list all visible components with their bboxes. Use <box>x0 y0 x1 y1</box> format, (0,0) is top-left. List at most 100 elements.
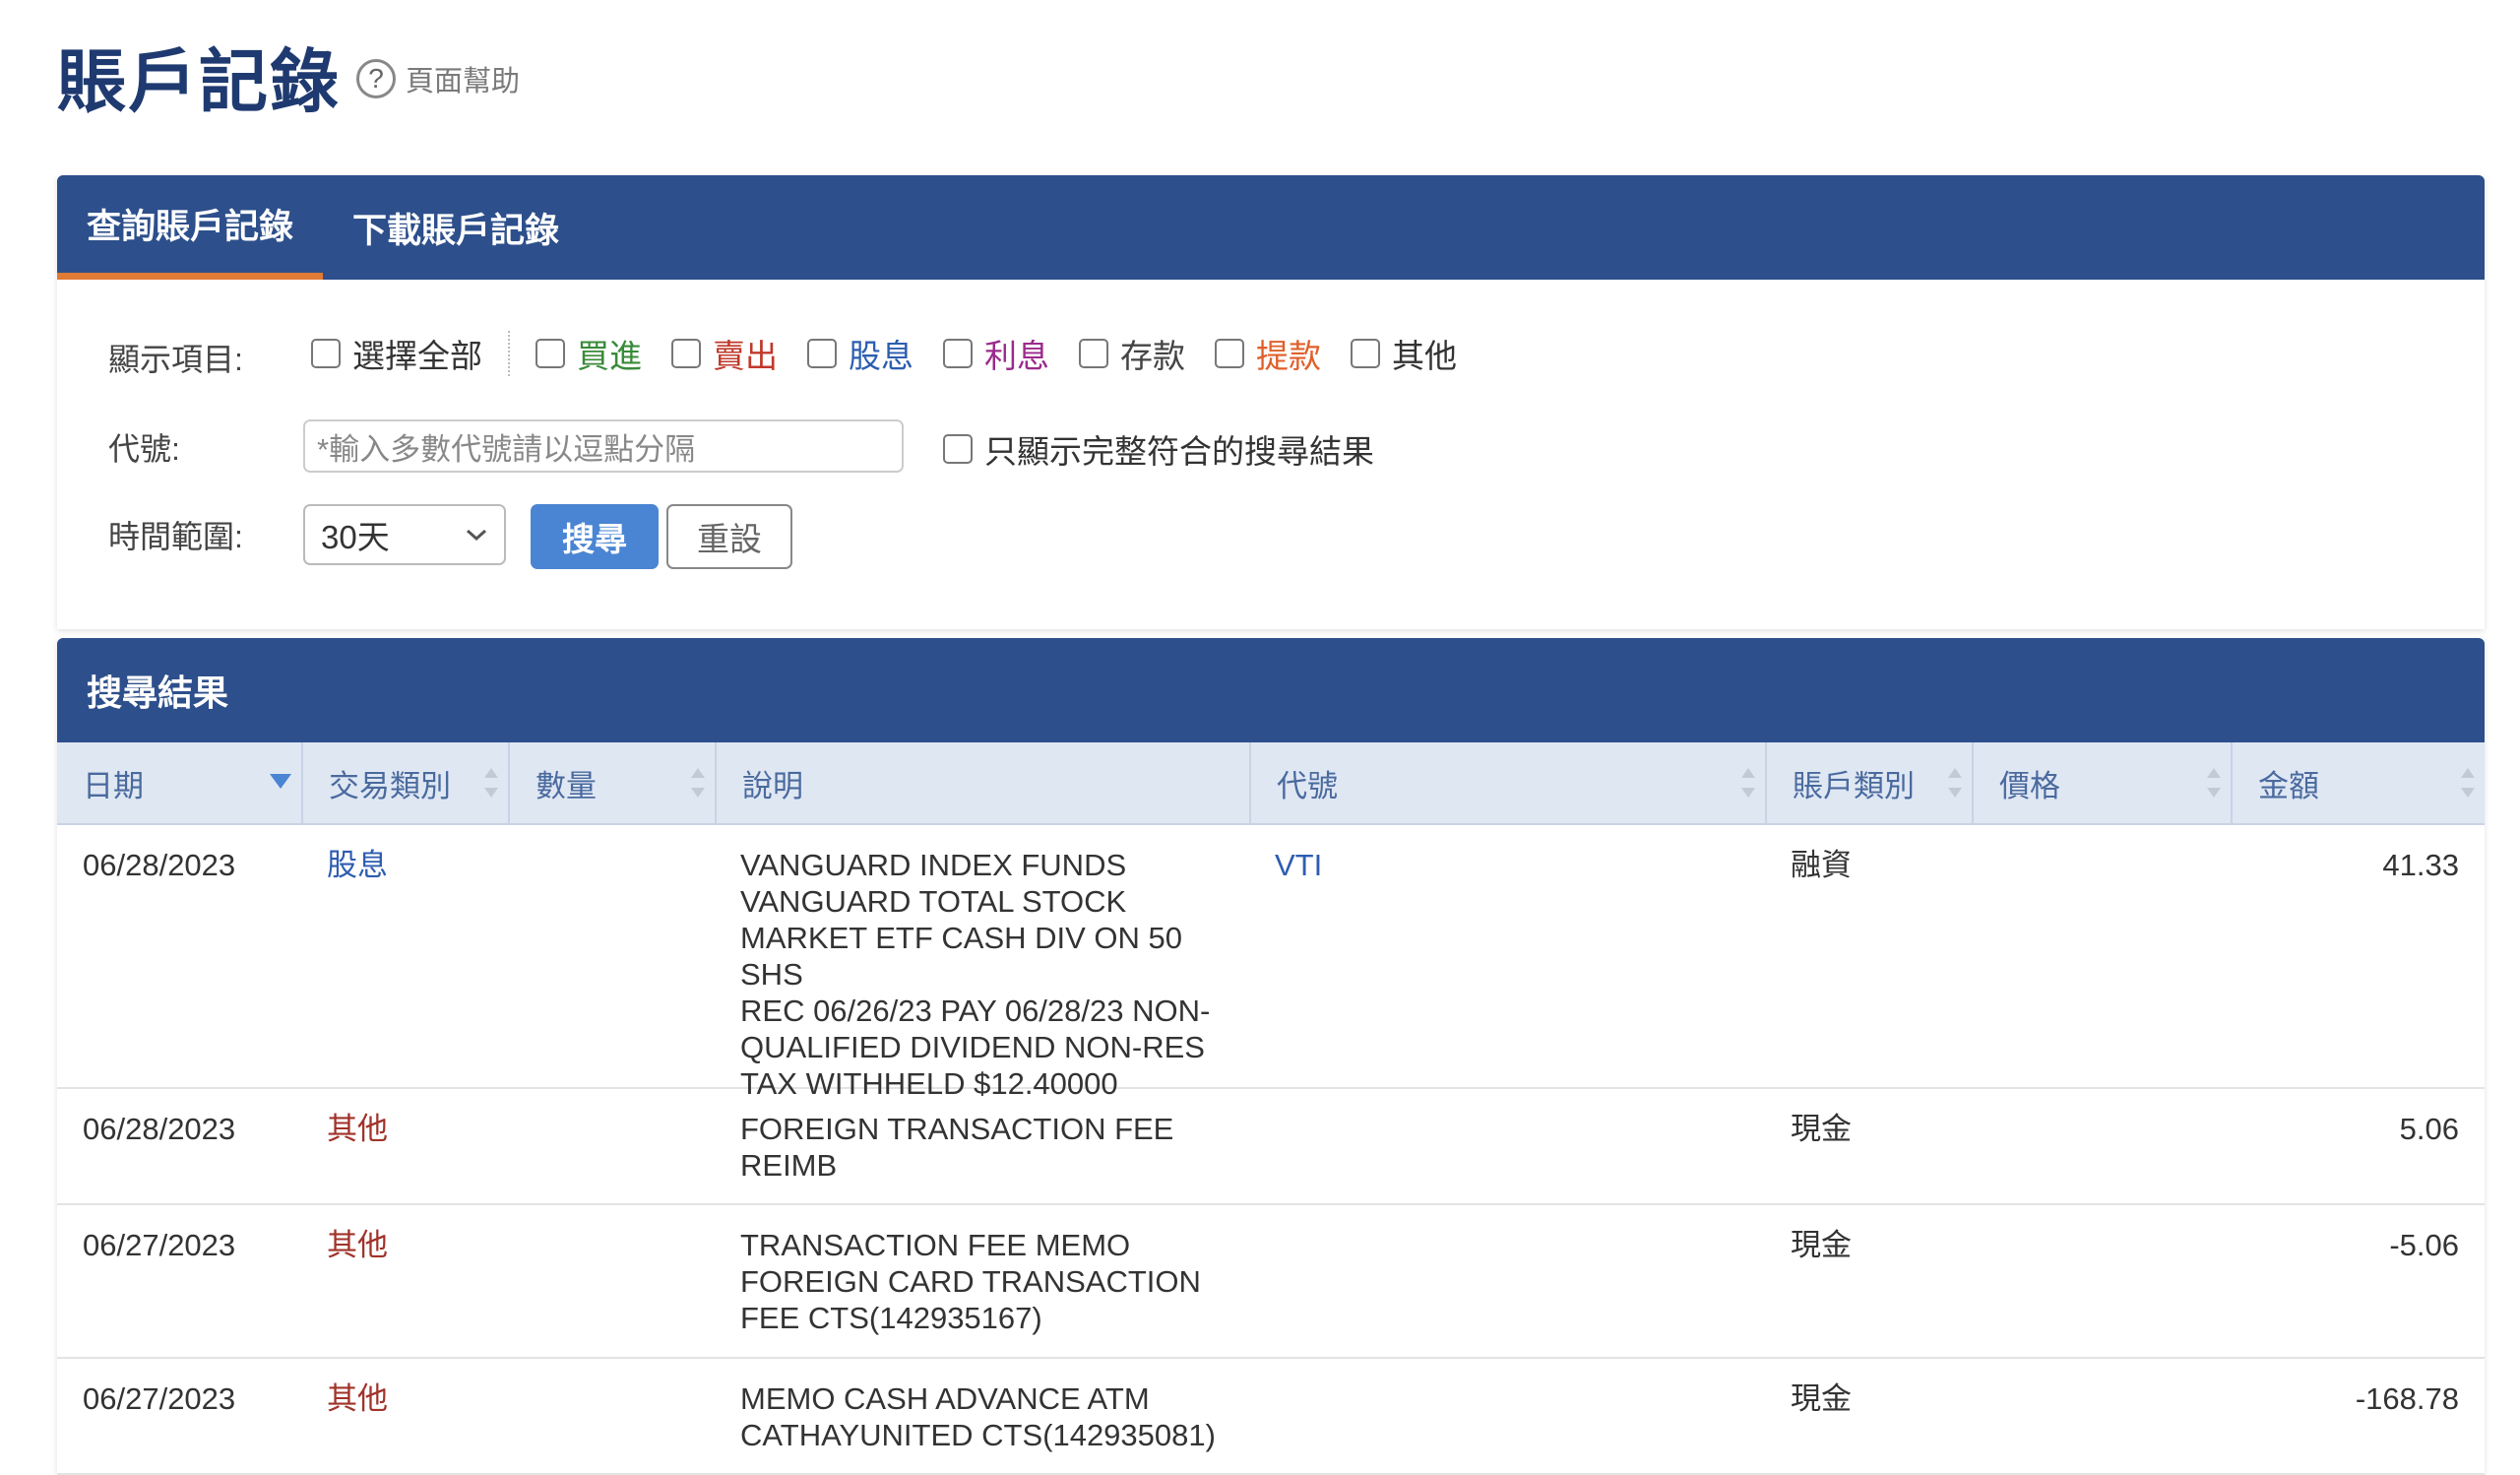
checkbox-interest[interactable]: 利息 <box>943 330 1049 377</box>
code-input[interactable]: *輸入多數代號請以逗點分隔 <box>303 419 904 473</box>
checkbox-box[interactable] <box>943 339 973 368</box>
description-line: MARKET ETF CASH DIV ON 50 SHS <box>740 921 1183 992</box>
sort-icon[interactable] <box>484 766 498 800</box>
checkbox-withdrawal[interactable]: 提款 <box>1215 330 1321 377</box>
cell-date: 06/27/2023 <box>83 1381 236 1416</box>
checkbox-dividend[interactable]: 股息 <box>807 330 914 377</box>
checkbox-select-all[interactable]: 選擇全部 <box>311 330 482 377</box>
page-title: 賬戶記錄 <box>57 42 341 120</box>
help-icon[interactable]: ? <box>356 59 396 98</box>
table-row: 06/28/2023 其他 FOREIGN TRANSACTION FEE RE… <box>57 1089 2485 1205</box>
checkbox-box[interactable] <box>1215 339 1244 368</box>
cell-symbol-link[interactable]: VTI <box>1275 847 1322 883</box>
table-row: 06/28/2023 股息 VANGUARD INDEX FUNDS VANGU… <box>57 825 2485 1101</box>
checkbox-label[interactable]: 賣出 <box>713 330 778 377</box>
cell-type: 其他 <box>327 1112 388 1146</box>
column-header-amount[interactable]: 金額 <box>2233 742 2485 823</box>
checkbox-exact-match[interactable]: 只顯示完整符合的搜尋結果 <box>943 425 1374 473</box>
filter-form: 顯示項目: 選擇全部 買進 賣出 股息 利息 存款 提款 其他 代號: *輸入多… <box>57 280 2485 629</box>
cell-amount: 5.06 <box>2399 1112 2459 1146</box>
results-panel: 搜尋結果 日期 交易類別 數量 說明 代號 賬戶類別 價格 金額 06/28/2… <box>57 638 2485 1475</box>
description-line: TRANSACTION FEE MEMO <box>740 1228 1131 1262</box>
description-line: FOREIGN CARD TRANSACTION <box>740 1264 1201 1299</box>
checkbox-sell[interactable]: 賣出 <box>671 330 778 377</box>
time-range-label: 時間範圍: <box>108 519 243 554</box>
cell-description: FOREIGN TRANSACTION FEE REIMB <box>740 1111 1252 1184</box>
sort-icon[interactable] <box>1741 766 1755 800</box>
sort-icon[interactable] <box>2461 766 2475 800</box>
checkbox-other[interactable]: 其他 <box>1351 330 1457 377</box>
table-row: 06/27/2023 其他 TRANSACTION FEE MEMO FOREI… <box>57 1205 2485 1359</box>
column-header-quantity[interactable]: 數量 <box>510 742 717 823</box>
column-header-account-type[interactable]: 賬戶類別 <box>1767 742 1974 823</box>
column-header-date[interactable]: 日期 <box>57 742 303 823</box>
column-header-description: 說明 <box>717 742 1251 823</box>
description-line: REIMB <box>740 1148 838 1183</box>
column-header-label[interactable]: 金額 <box>2258 761 2319 805</box>
sort-icon[interactable] <box>2207 766 2221 800</box>
column-header-type[interactable]: 交易類別 <box>303 742 510 823</box>
checkbox-box[interactable] <box>1079 339 1108 368</box>
checkbox-label[interactable]: 利息 <box>984 330 1049 377</box>
reset-button[interactable]: 重設 <box>666 504 792 569</box>
help-link[interactable]: ? 頁面幫助 <box>356 58 520 99</box>
cell-account-type: 現金 <box>1791 1228 1852 1262</box>
cell-account-type: 現金 <box>1791 1381 1852 1416</box>
time-range-value[interactable]: 30天 <box>321 511 390 558</box>
tab-download-records[interactable]: 下載賬戶記錄 <box>323 175 589 280</box>
display-items-checkboxes: 選擇全部 買進 賣出 股息 利息 存款 提款 其他 <box>311 331 1486 376</box>
query-panel: 查詢賬戶記錄 下載賬戶記錄 顯示項目: 選擇全部 買進 賣出 股息 利息 存款 … <box>57 175 2485 629</box>
description-line: FEE CTS(142935167) <box>740 1301 1042 1335</box>
cell-type: 其他 <box>327 1228 388 1262</box>
checkbox-label[interactable]: 提款 <box>1256 330 1321 377</box>
column-header-label[interactable]: 數量 <box>536 761 597 805</box>
page-header: 賬戶記錄 ? 頁面幫助 <box>57 32 520 120</box>
checkbox-label[interactable]: 存款 <box>1120 330 1185 377</box>
tab-query-records[interactable]: 查詢賬戶記錄 <box>57 175 324 280</box>
checkbox-label[interactable]: 買進 <box>577 330 642 377</box>
cell-type: 股息 <box>327 848 388 882</box>
column-header-label[interactable]: 交易類別 <box>329 761 451 805</box>
column-header-label[interactable]: 日期 <box>83 761 144 805</box>
cell-description: TRANSACTION FEE MEMO FOREIGN CARD TRANSA… <box>740 1227 1252 1336</box>
checkbox-box[interactable] <box>943 434 973 464</box>
help-label[interactable]: 頁面幫助 <box>406 58 520 99</box>
checkbox-box[interactable] <box>1351 339 1380 368</box>
cell-date: 06/27/2023 <box>83 1228 236 1262</box>
results-title: 搜尋結果 <box>87 673 229 713</box>
column-header-symbol[interactable]: 代號 <box>1251 742 1767 823</box>
checkbox-label[interactable]: 選擇全部 <box>352 330 482 377</box>
checkbox-box[interactable] <box>536 339 565 368</box>
sort-icon[interactable] <box>691 766 705 800</box>
cell-account-type: 融資 <box>1791 848 1852 882</box>
cell-account-type: 現金 <box>1791 1112 1852 1146</box>
chevron-down-icon[interactable] <box>465 527 488 543</box>
column-header-label[interactable]: 代號 <box>1277 761 1338 805</box>
code-label: 代號: <box>108 431 180 467</box>
cell-description: VANGUARD INDEX FUNDS VANGUARD TOTAL STOC… <box>740 847 1252 1102</box>
time-range-select[interactable]: 30天 <box>303 504 506 565</box>
query-panel-header: 查詢賬戶記錄 下載賬戶記錄 <box>57 175 2485 280</box>
search-button[interactable]: 搜尋 <box>531 504 659 569</box>
checkbox-buy[interactable]: 買進 <box>536 330 642 377</box>
checkbox-box[interactable] <box>311 339 341 368</box>
checkbox-label[interactable]: 股息 <box>849 330 914 377</box>
column-header-label: 說明 <box>742 768 803 803</box>
column-header-price[interactable]: 價格 <box>1974 742 2233 823</box>
checkbox-box[interactable] <box>807 339 837 368</box>
results-panel-header: 搜尋結果 <box>57 638 2485 742</box>
column-header-label[interactable]: 價格 <box>1999 761 2060 805</box>
table-body: 06/28/2023 股息 VANGUARD INDEX FUNDS VANGU… <box>57 825 2485 1475</box>
description-line: REC 06/26/23 PAY 06/28/23 NON- <box>740 994 1211 1028</box>
checkbox-box[interactable] <box>671 339 701 368</box>
description-line: MEMO CASH ADVANCE ATM <box>740 1381 1150 1416</box>
sort-icon[interactable] <box>1948 766 1962 800</box>
cell-date: 06/28/2023 <box>83 848 236 882</box>
checkbox-label[interactable]: 其他 <box>1392 330 1457 377</box>
column-header-label[interactable]: 賬戶類別 <box>1793 761 1915 805</box>
cell-amount: 41.33 <box>2382 848 2459 882</box>
checkbox-deposit[interactable]: 存款 <box>1079 330 1185 377</box>
exact-match-label[interactable]: 只顯示完整符合的搜尋結果 <box>984 425 1374 473</box>
sort-desc-icon[interactable] <box>270 774 291 789</box>
divider <box>508 331 510 376</box>
